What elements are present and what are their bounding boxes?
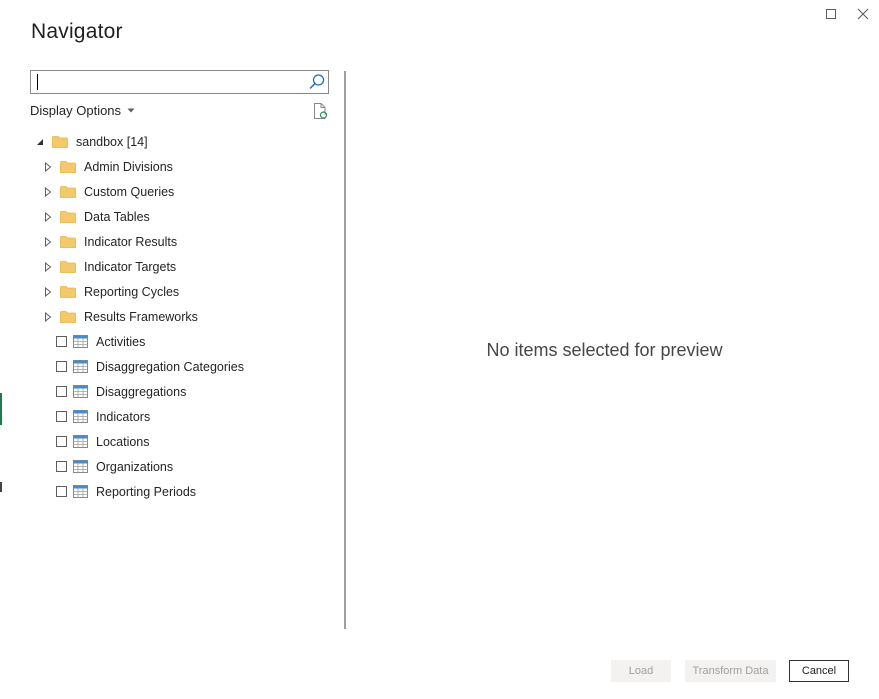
background-window-edge [0,482,2,492]
tree-folder-reporting-cycles[interactable]: Reporting Cycles [42,279,179,304]
tree-root-sandbox[interactable]: sandbox [14] [34,129,148,154]
tree-item-label: Results Frameworks [84,309,198,324]
tree-item-label: Custom Queries [84,184,175,199]
table-icon [73,410,88,423]
collapsed-triangle-icon[interactable] [42,311,54,323]
table-icon [73,360,88,373]
text-caret [37,74,38,90]
table-checkbox[interactable] [56,486,67,497]
tree-table-activities[interactable]: Activities [56,329,145,354]
refresh-preview-icon[interactable] [312,102,328,120]
background-window-edge [0,393,2,425]
folder-icon [60,310,76,323]
tree-table-indicators[interactable]: Indicators [56,404,150,429]
table-checkbox[interactable] [56,411,67,422]
search-icon[interactable] [308,73,326,91]
tree-folder-results-frameworks[interactable]: Results Frameworks [42,304,198,329]
collapsed-triangle-icon[interactable] [42,286,54,298]
maximize-button[interactable] [819,4,843,24]
collapsed-triangle-icon[interactable] [42,236,54,248]
folder-icon [60,210,76,223]
table-icon [73,335,88,348]
tree-item-label: Data Tables [84,209,150,224]
folder-icon [60,285,76,298]
collapsed-triangle-icon[interactable] [42,161,54,173]
table-icon [73,460,88,473]
table-icon [73,435,88,448]
tree-folder-custom-queries[interactable]: Custom Queries [42,179,174,204]
tree-table-reporting-periods[interactable]: Reporting Periods [56,479,196,504]
tree-item-label: Reporting Cycles [84,284,180,299]
tree-table-organizations[interactable]: Organizations [56,454,173,479]
tree-item-label: Locations [96,434,150,449]
collapsed-triangle-icon[interactable] [42,186,54,198]
maximize-icon [826,9,836,19]
search-box[interactable] [30,70,329,94]
expanded-triangle-icon[interactable] [34,136,46,148]
tree-item-label: Organizations [96,459,174,474]
tree-table-locations[interactable]: Locations [56,429,150,454]
folder-icon [60,160,76,173]
tree-item-label: Disaggregations [96,384,187,399]
tree-item-label: Reporting Periods [96,484,197,499]
tree-table-disaggregations[interactable]: Disaggregations [56,379,186,404]
tree-item-label: Indicator Targets [84,259,177,274]
table-checkbox[interactable] [56,386,67,397]
table-checkbox[interactable] [56,461,67,472]
collapsed-triangle-icon[interactable] [42,211,54,223]
tree-folder-admin-divisions[interactable]: Admin Divisions [42,154,173,179]
table-checkbox[interactable] [56,361,67,372]
page-title: Navigator [31,20,123,43]
display-options-label: Display Options [30,103,122,118]
tree-folder-indicator-targets[interactable]: Indicator Targets [42,254,176,279]
close-button[interactable] [851,4,875,24]
tree-table-disaggregation-categories[interactable]: Disaggregation Categories [56,354,244,379]
tree-item-label: Disaggregation Categories [96,359,245,374]
folder-icon [60,260,76,273]
folder-icon [60,185,76,198]
cancel-button[interactable]: Cancel [789,660,849,682]
folder-icon [60,235,76,248]
tree-folder-data-tables[interactable]: Data Tables [42,204,150,229]
tree-item-label: Activities [96,334,146,349]
load-button[interactable]: Load [611,660,671,682]
display-options-dropdown[interactable]: Display Options [30,103,135,118]
search-input[interactable] [31,71,307,93]
tree-folder-indicator-results[interactable]: Indicator Results [42,229,177,254]
preview-empty-message: No items selected for preview [486,340,723,360]
folder-icon [52,135,68,148]
chevron-down-icon [127,108,135,113]
table-checkbox[interactable] [56,436,67,447]
table-checkbox[interactable] [56,336,67,347]
table-icon [73,385,88,398]
tree-item-label: Indicator Results [84,234,178,249]
collapsed-triangle-icon[interactable] [42,261,54,273]
close-icon [857,8,869,20]
tree-item-label: Admin Divisions [84,159,173,174]
tree-item-label: Indicators [96,409,151,424]
transform-data-button[interactable]: Transform Data [685,660,776,682]
table-icon [73,485,88,498]
tree-item-label: sandbox [14] [76,134,148,149]
